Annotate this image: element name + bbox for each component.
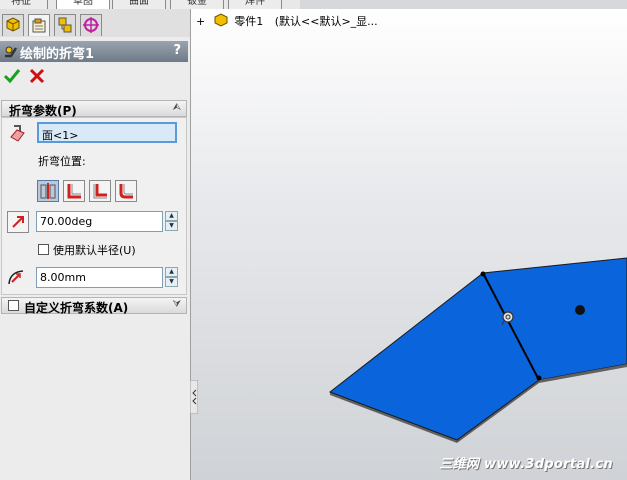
tab-feature-manager[interactable] — [2, 14, 24, 36]
tab-dimxpert-manager[interactable] — [80, 14, 102, 36]
bend-outside-icon — [119, 184, 133, 199]
material-outside-button[interactable] — [89, 180, 111, 202]
panel-tabs — [0, 9, 190, 37]
bend-radius-input[interactable]: 8.00mm — [36, 267, 163, 288]
custom-allowance-label: 自定义折弯系数(A) — [24, 301, 129, 315]
collapse-up-icon[interactable]: ⮙ — [173, 102, 182, 113]
spin-down-icon[interactable]: ▼ — [165, 277, 178, 287]
tab-features[interactable]: 特征 — [0, 0, 48, 9]
fixed-face-marker — [575, 305, 585, 315]
spin-up-icon[interactable]: ▲ — [165, 267, 178, 277]
spin-up-icon[interactable]: ▲ — [165, 211, 178, 221]
material-outside-icon — [93, 184, 107, 199]
tab-surfaces[interactable]: 曲面 — [112, 0, 166, 9]
bend-endpoint — [480, 271, 486, 277]
watermark: 三维网 www.3dportal.cn — [439, 457, 613, 472]
fixed-face-icon — [10, 125, 25, 142]
tab-configuration-manager[interactable] — [54, 14, 76, 36]
bend-centerline-icon — [40, 183, 56, 199]
bend-radius-icon — [8, 270, 24, 285]
reverse-direction-button[interactable] — [7, 211, 29, 233]
graphics-area[interactable] — [191, 9, 627, 480]
use-default-radius-checkbox[interactable] — [38, 244, 49, 255]
bend-position-label: 折弯位置: — [38, 155, 86, 168]
configuration-name: (默认<<默认>_显... — [274, 15, 378, 28]
tab-sheetmetal[interactable]: 钣金 — [170, 0, 224, 9]
sketched-bend-icon — [5, 46, 18, 58]
chevron-down-icon[interactable]: ⮛ — [173, 299, 182, 310]
configuration-manager-icon — [58, 17, 72, 33]
cancel-x-icon[interactable] — [28, 67, 46, 85]
dimxpert-icon — [83, 17, 99, 33]
sheet-metal-model — [328, 257, 627, 443]
panel-splitter-handle[interactable] — [190, 380, 198, 414]
part-name[interactable]: 零件1 — [234, 15, 263, 28]
bend-params-header[interactable]: 折弯参数(P) ⮙ — [1, 100, 187, 118]
use-default-radius-label: 使用默认半径(U) — [53, 244, 136, 257]
tab-sketch[interactable]: 草图 — [56, 0, 110, 9]
feature-manager-icon — [6, 17, 20, 32]
bend-centerline-button[interactable] — [37, 180, 59, 202]
part-icon — [214, 13, 228, 27]
property-manager: 绘制的折弯1 ? 折弯参数(P) ⮙ 面<1> 折弯位置: 70.00deg ▲… — [0, 9, 191, 480]
panel-title-bar: 绘制的折弯1 ? — [0, 41, 188, 62]
feature-tree-flyout: + 零件1 (默认<<默认>_显... — [196, 13, 378, 29]
spin-down-icon[interactable]: ▼ — [165, 221, 178, 231]
bend-endpoint — [536, 375, 542, 381]
bend-angle-input[interactable]: 70.00deg — [36, 211, 163, 232]
bend-radius-spinner[interactable]: ▲ ▼ — [165, 267, 178, 288]
help-button[interactable]: ? — [173, 43, 181, 58]
reverse-direction-icon — [12, 216, 24, 228]
custom-allowance-header[interactable]: 自定义折弯系数(A) ⮛ — [1, 297, 187, 315]
ok-check-icon[interactable] — [3, 67, 21, 85]
custom-allowance-checkbox[interactable] — [8, 300, 19, 311]
material-inside-icon — [67, 184, 81, 199]
command-manager-tabs: 特征 草图 曲面 钣金 焊件 — [0, 0, 300, 9]
expand-toggle[interactable]: + — [196, 15, 205, 28]
tab-weldments[interactable]: 焊件 — [228, 0, 282, 9]
tab-property-manager[interactable] — [28, 14, 50, 36]
property-manager-icon — [32, 18, 46, 33]
material-inside-button[interactable] — [63, 180, 85, 202]
fixed-face-field[interactable]: 面<1> — [37, 122, 177, 143]
bend-outside-button[interactable] — [115, 180, 137, 202]
panel-title: 绘制的折弯1 — [20, 47, 95, 62]
bend-angle-spinner[interactable]: ▲ ▼ — [165, 211, 178, 232]
